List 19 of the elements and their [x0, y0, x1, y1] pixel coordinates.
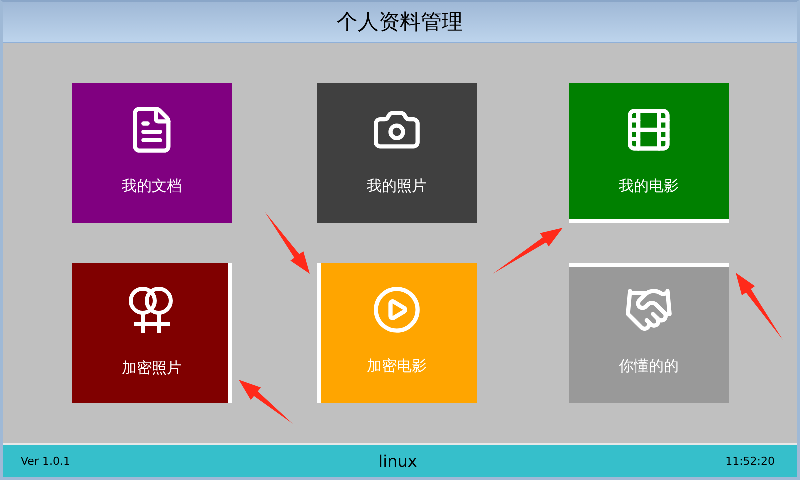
arrow-drawing — [239, 380, 293, 424]
arrow-drawing — [265, 212, 310, 274]
menu-tile[interactable]: 我的文档 — [72, 83, 232, 223]
play-icon — [372, 285, 422, 335]
tile-label: 我的电影 — [619, 177, 679, 196]
menu-tile[interactable]: 我的电影 — [569, 83, 729, 223]
menu-tile[interactable]: 加密照片 — [72, 263, 232, 403]
tile-label: 我的照片 — [367, 177, 427, 196]
version-text: Ver 1.0.1 — [21, 454, 72, 468]
tile-label: 你懂的的 — [619, 357, 679, 376]
tile-label: 加密照片 — [122, 359, 182, 378]
window-title: 个人资料管理 — [337, 9, 463, 36]
tile-label: 加密电影 — [367, 357, 427, 376]
clock-time: 11:52:20 — [724, 454, 775, 468]
menu-tile[interactable]: 我的照片 — [317, 83, 477, 223]
arrow-drawing — [736, 273, 783, 340]
tile-label: 我的文档 — [122, 177, 182, 196]
arrow-drawing — [493, 228, 563, 274]
user-name: linux — [378, 452, 418, 470]
